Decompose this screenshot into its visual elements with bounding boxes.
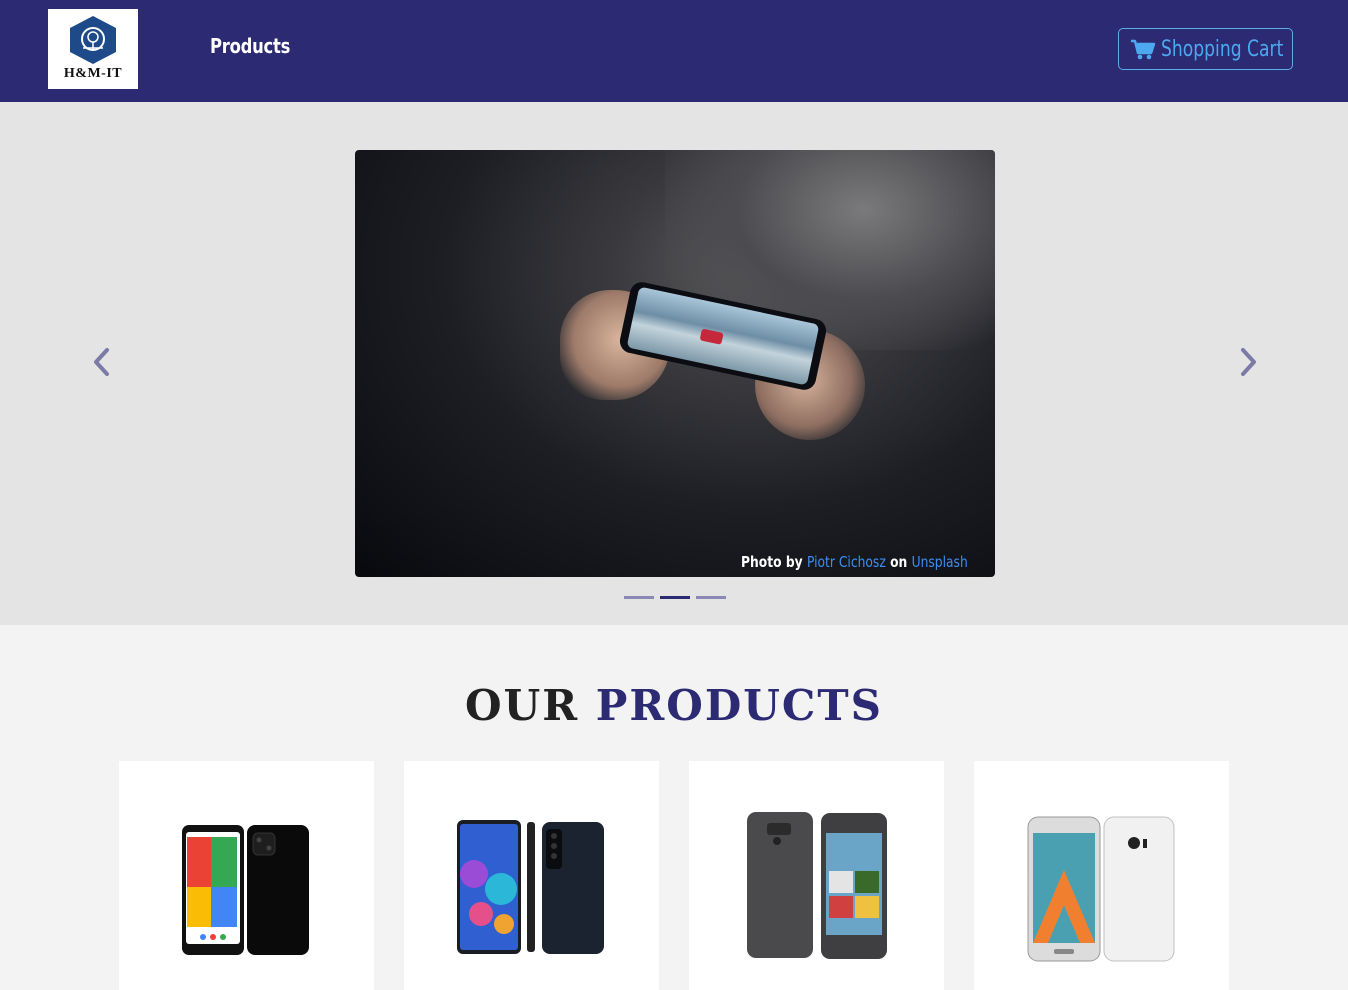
caption-prefix: Photo by — [741, 553, 803, 571]
htc-m9-phone-image — [747, 812, 887, 959]
photographer-link[interactable]: Piotr Cichosz — [807, 553, 886, 571]
product-card[interactable] — [404, 761, 659, 990]
caption-middle: on — [890, 553, 908, 571]
unsplash-link[interactable]: Unsplash — [912, 553, 968, 571]
product-card[interactable] — [974, 761, 1229, 990]
logo-text: H&M-IT — [63, 66, 123, 81]
carousel-indicator-2[interactable] — [660, 596, 690, 599]
chevron-right-icon — [1241, 348, 1256, 376]
photo-credit-caption: Photo by Piotr Cichosz on Unsplash — [741, 553, 968, 571]
hero-carousel: Photo by Piotr Cichosz on Unsplash — [0, 102, 1348, 625]
slide-game-car — [699, 328, 724, 345]
logo-hexagon-icon — [70, 16, 116, 64]
products-heading: OUR PRODUCTS — [0, 681, 1348, 730]
chevron-left-icon — [94, 348, 109, 376]
carousel-prev-button[interactable] — [92, 347, 112, 382]
shopping-cart-button[interactable]: Shopping Cart — [1118, 28, 1293, 70]
galaxy-phone-image — [457, 820, 604, 954]
cart-icon — [1131, 39, 1156, 60]
carousel-next-button[interactable] — [1238, 347, 1258, 382]
htc-10-phone-image — [1027, 816, 1175, 962]
carousel-slide-image: Photo by Piotr Cichosz on Unsplash — [355, 150, 995, 577]
nav-link-products[interactable]: Products — [210, 34, 290, 58]
product-card[interactable] — [119, 761, 374, 990]
carousel-indicator-1[interactable] — [624, 596, 654, 599]
navbar: H&M-IT Products Shopping Cart — [0, 0, 1348, 102]
shopping-cart-label: Shopping Cart — [1161, 37, 1284, 62]
carousel-indicator-3[interactable] — [696, 596, 726, 599]
product-card[interactable] — [689, 761, 944, 990]
brand-logo[interactable]: H&M-IT — [48, 9, 138, 89]
heading-word-our: OUR — [465, 681, 580, 730]
heading-word-products: PRODUCTS — [595, 681, 883, 730]
pixel-phone-image — [182, 825, 309, 955]
